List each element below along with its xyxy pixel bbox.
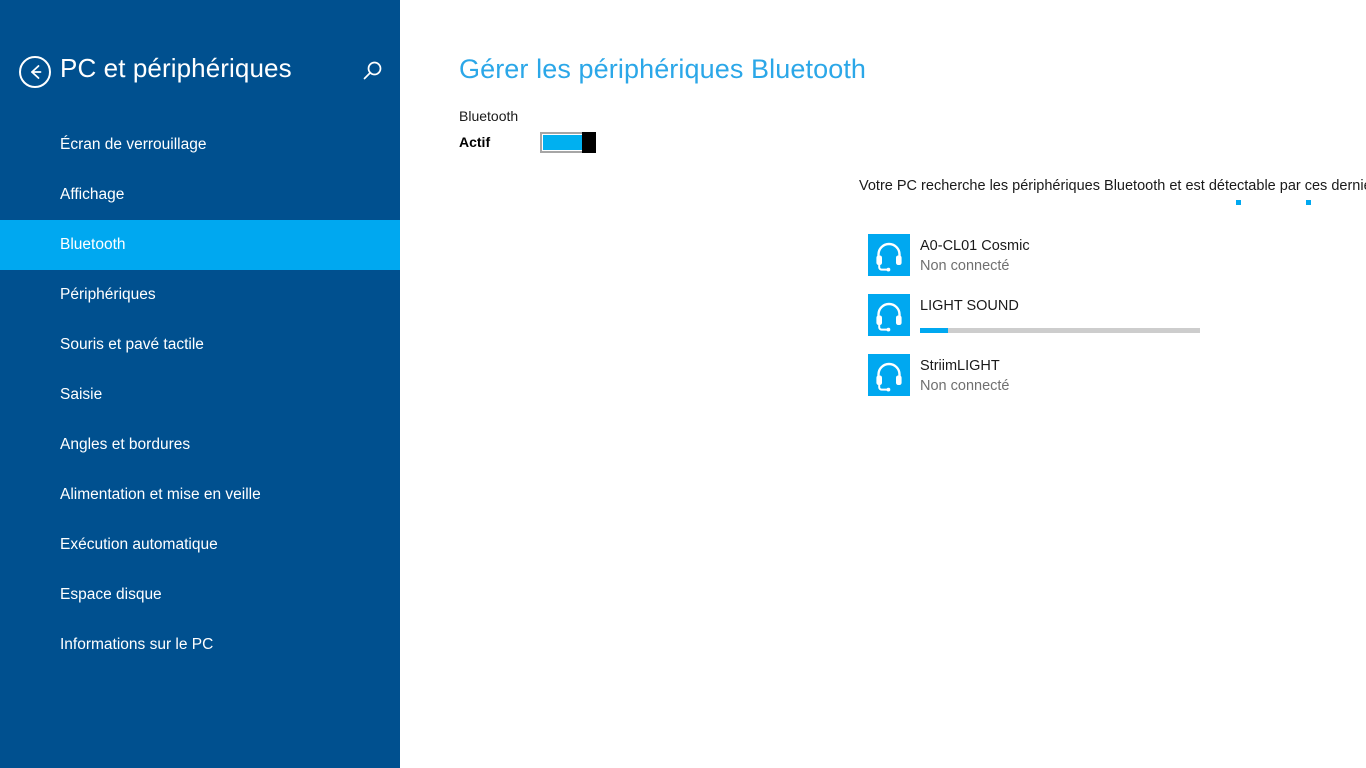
sidebar-item-label: Saisie — [60, 386, 103, 403]
content-title: Gérer les périphériques Bluetooth — [459, 54, 867, 84]
sidebar-item-label: Angles et bordures — [60, 436, 191, 453]
sidebar-item-espace-disque[interactable]: Espace disque — [0, 570, 400, 620]
sidebar-header: PC et périphériques — [0, 0, 400, 112]
sidebar-item-label: Affichage — [60, 186, 125, 203]
device-list-item[interactable]: A0-CL01 Cosmic Non connecté — [868, 234, 1366, 294]
device-info: StriimLIGHT Non connecté — [920, 354, 1366, 396]
headset-icon — [868, 354, 910, 396]
sidebar-item-ecran-de-verrouillage[interactable]: Écran de verrouillage — [0, 120, 400, 170]
sidebar-item-label: Exécution automatique — [60, 536, 218, 553]
toggle-fill — [543, 134, 583, 150]
progress-dot — [1306, 200, 1311, 205]
device-info: LIGHT SOUND — [920, 294, 1366, 333]
progress-dot — [1236, 200, 1241, 205]
device-name: A0-CL01 Cosmic — [920, 238, 1030, 254]
device-name: StriimLIGHT — [920, 358, 1000, 374]
page-title: PC et périphériques — [60, 53, 292, 83]
sidebar-item-bluetooth[interactable]: Bluetooth — [0, 220, 400, 270]
searching-progress-dots — [859, 198, 1366, 210]
search-status-text: Votre PC recherche les périphériques Blu… — [859, 178, 1366, 194]
device-name: LIGHT SOUND — [920, 298, 1019, 314]
sidebar-item-label: Bluetooth — [60, 236, 126, 253]
device-info: A0-CL01 Cosmic Non connecté — [920, 234, 1366, 276]
device-status: Non connecté — [920, 378, 1010, 394]
back-arrow-icon[interactable] — [19, 56, 51, 88]
sidebar-item-souris-et-pave-tactile[interactable]: Souris et pavé tactile — [0, 320, 400, 370]
sidebar-item-label: Écran de verrouillage — [60, 136, 207, 153]
sidebar-item-label: Informations sur le PC — [60, 636, 214, 653]
settings-window: PC et périphériques Écran de verrouillag… — [0, 0, 1366, 768]
sidebar-item-label: Périphériques — [60, 286, 156, 303]
sidebar-item-label: Espace disque — [60, 586, 162, 603]
device-status: Non connecté — [920, 258, 1010, 274]
content-pane: Gérer les périphériques Bluetooth Blueto… — [400, 0, 1366, 768]
bluetooth-toggle-switch[interactable] — [540, 131, 596, 153]
headset-icon — [868, 294, 910, 336]
bluetooth-toggle-row: Actif — [459, 131, 799, 153]
device-list-item[interactable]: LIGHT SOUND — [868, 294, 1366, 354]
sidebar-item-saisie[interactable]: Saisie — [0, 370, 400, 420]
search-icon[interactable] — [358, 58, 386, 86]
bluetooth-toggle-caption: Bluetooth — [459, 108, 519, 124]
bluetooth-toggle-block: Bluetooth Actif — [459, 107, 799, 153]
bluetooth-toggle-state-label: Actif — [459, 134, 491, 150]
sidebar-item-execution-automatique[interactable]: Exécution automatique — [0, 520, 400, 570]
progress-bar-fill — [920, 328, 948, 333]
bluetooth-device-list: A0-CL01 Cosmic Non connecté LIGHT SOUND … — [868, 234, 1366, 414]
device-pairing-progress-bar — [920, 328, 1200, 333]
toggle-thumb[interactable] — [582, 131, 596, 153]
device-list-item[interactable]: StriimLIGHT Non connecté — [868, 354, 1366, 414]
sidebar-item-label: Alimentation et mise en veille — [60, 486, 261, 503]
headset-icon — [868, 234, 910, 276]
sidebar-item-peripheriques[interactable]: Périphériques — [0, 270, 400, 320]
sidebar-item-affichage[interactable]: Affichage — [0, 170, 400, 220]
sidebar-item-informations-sur-le-pc[interactable]: Informations sur le PC — [0, 620, 400, 670]
sidebar-item-alimentation-et-mise-en-veille[interactable]: Alimentation et mise en veille — [0, 470, 400, 520]
sidebar-item-label: Souris et pavé tactile — [60, 336, 204, 353]
sidebar: PC et périphériques Écran de verrouillag… — [0, 0, 400, 768]
sidebar-item-angles-et-bordures[interactable]: Angles et bordures — [0, 420, 400, 470]
sidebar-nav: Écran de verrouillage Affichage Bluetoot… — [0, 120, 400, 670]
